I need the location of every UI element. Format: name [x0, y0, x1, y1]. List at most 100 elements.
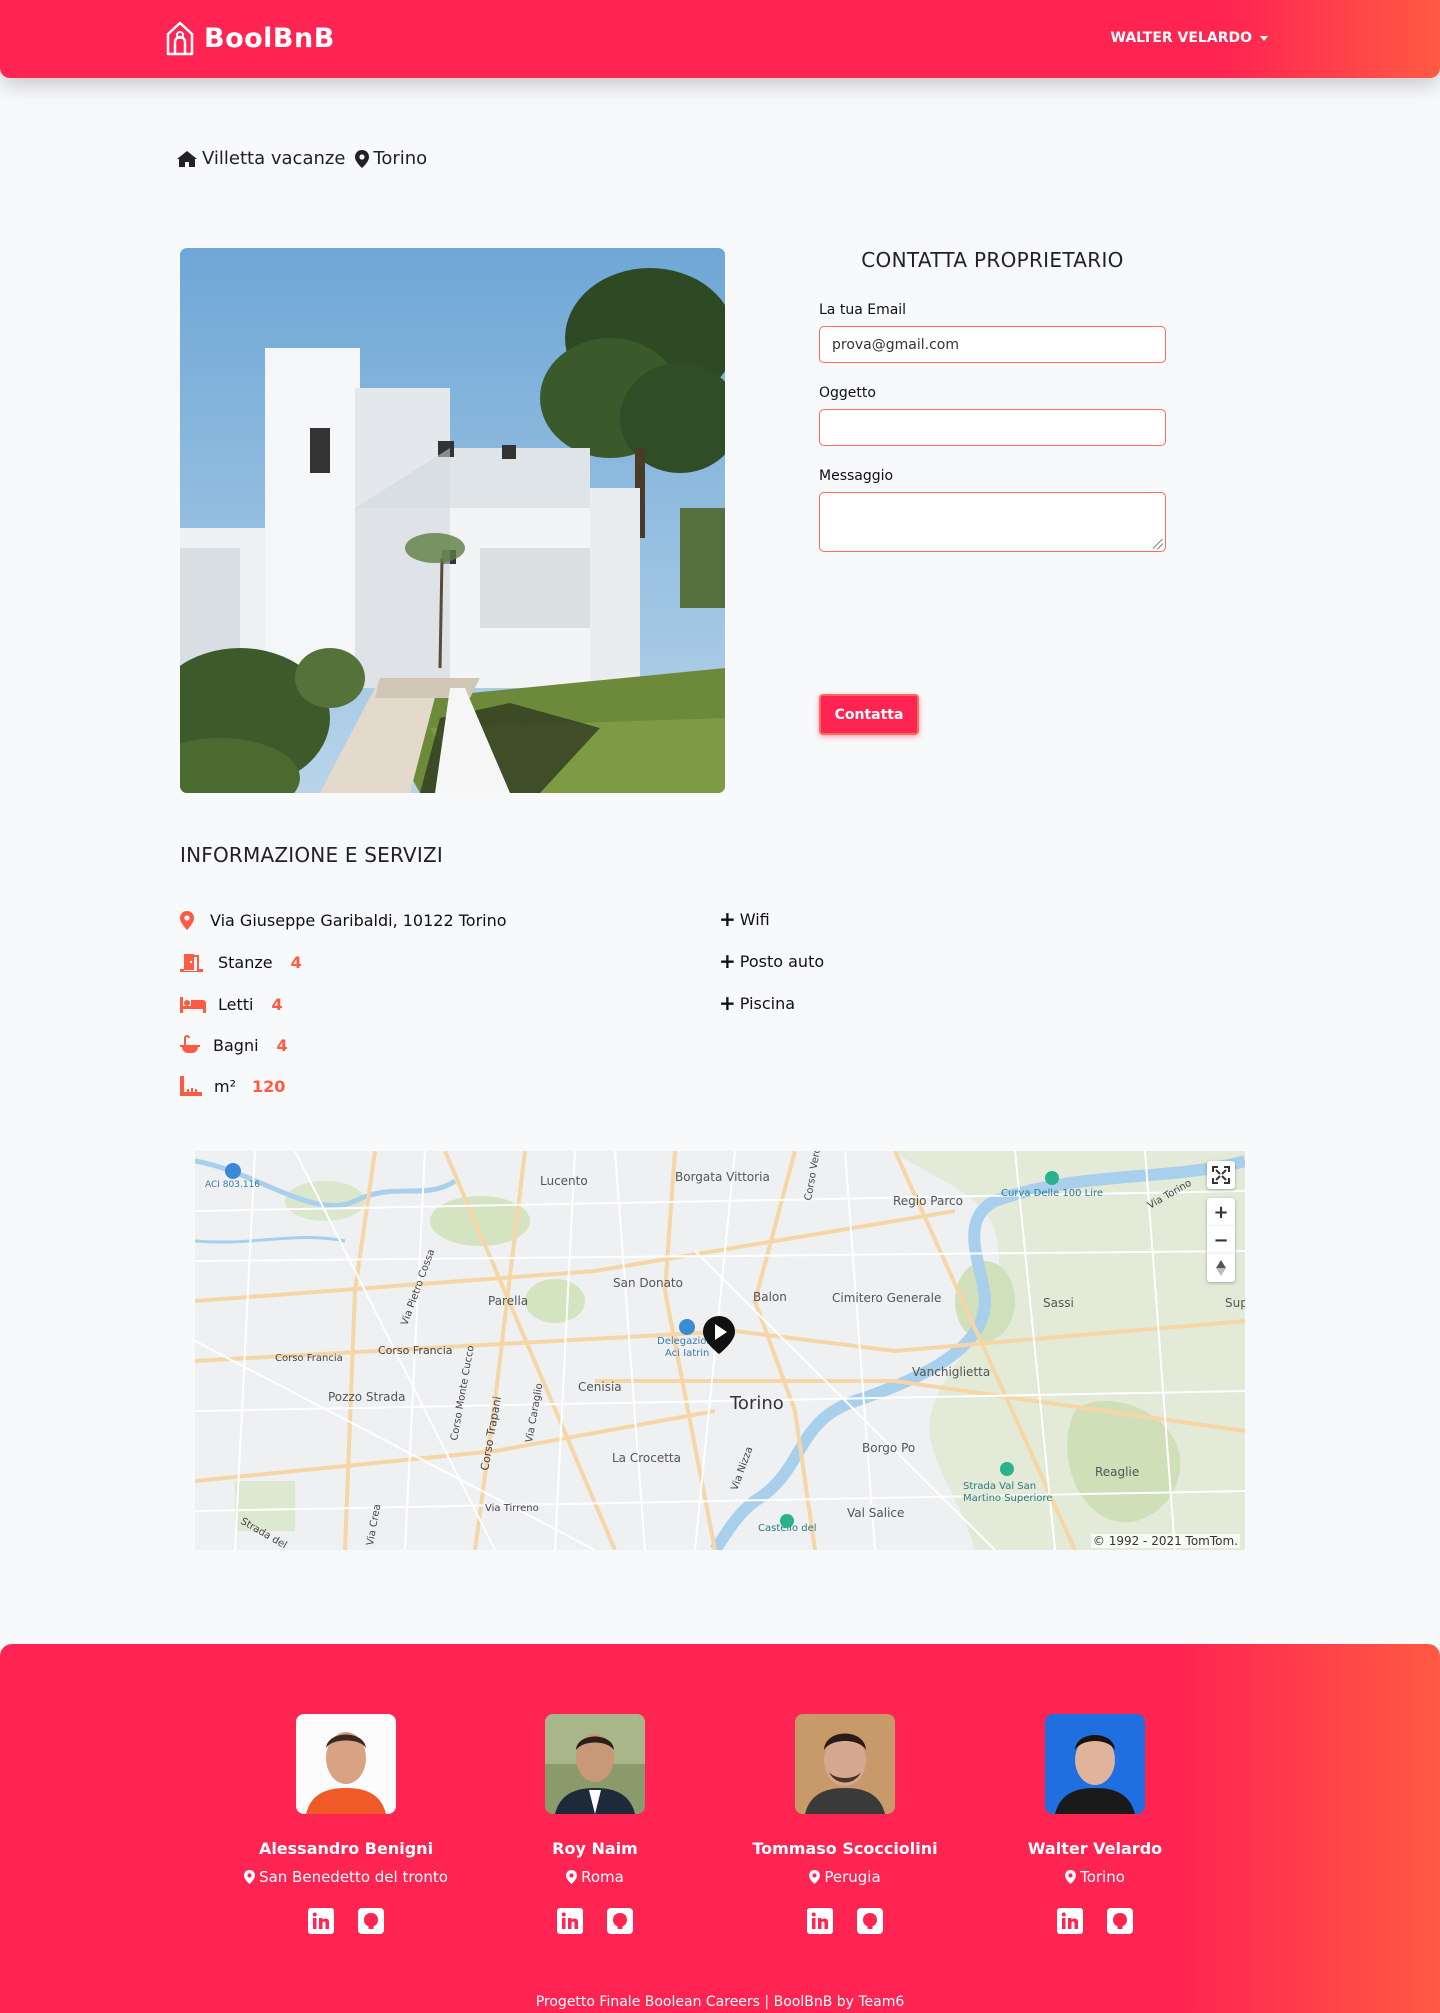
linkedin-icon[interactable] [308, 1908, 334, 1934]
svg-text:Torino: Torino [729, 1393, 784, 1414]
message-label: Messaggio [819, 468, 894, 484]
baths-value: 4 [276, 1035, 288, 1055]
svg-text:Curva Delle 100 Lire: Curva Delle 100 Lire [1001, 1188, 1103, 1199]
avatar [1045, 1714, 1145, 1814]
size-label: m² [214, 1076, 236, 1096]
plus-icon: + [719, 907, 736, 931]
property-photo [180, 248, 725, 793]
member-city: San Benedetto del tronto [259, 1868, 448, 1886]
svg-text:Vanchiglietta: Vanchiglietta [912, 1365, 990, 1379]
address-text: Via Giuseppe Garibaldi, 10122 Torino [210, 910, 507, 930]
property-city: Torino [373, 148, 428, 169]
svg-text:Cimitero Generale: Cimitero Generale [832, 1291, 941, 1305]
bathtub-icon [180, 1034, 205, 1056]
svg-text:ACI 803.116: ACI 803.116 [205, 1180, 260, 1190]
member-location: San Benedetto del tronto [226, 1868, 466, 1886]
service-item: + Posto auto [719, 951, 824, 971]
contact-owner-form: CONTATTA PROPRIETARIO La tua Email prova… [819, 248, 1166, 552]
baths-label: Bagni [213, 1035, 259, 1055]
member-location: Torino [975, 1868, 1215, 1886]
svg-text:Corso Francia: Corso Francia [275, 1353, 343, 1364]
avatar [296, 1714, 396, 1814]
team-member: Walter Velardo Torino [975, 1714, 1215, 1934]
subject-field[interactable] [819, 409, 1166, 446]
linkedin-icon[interactable] [557, 1908, 583, 1934]
plus-icon: + [719, 991, 736, 1015]
email-label: La tua Email [819, 302, 907, 318]
team-member: Tommaso Scocciolini Perugia [725, 1714, 965, 1934]
member-name: Alessandro Benigni [258, 1839, 434, 1858]
baths-row: Bagni 4 [180, 1034, 288, 1056]
map-marker-icon [809, 1870, 821, 1884]
size-value: 120 [252, 1076, 286, 1096]
user-name: WALTER VELARDO [1110, 30, 1252, 46]
service-label: Posto auto [739, 951, 825, 971]
brand-logo[interactable]: BoolBnB [164, 20, 335, 56]
ruler-icon [180, 1075, 206, 1097]
github-icon[interactable] [607, 1908, 633, 1934]
plus-icon: + [719, 949, 736, 973]
svg-text:Borgata Vittoria: Borgata Vittoria [675, 1170, 770, 1184]
svg-text:Cenisia: Cenisia [578, 1380, 622, 1394]
property-type: Villetta vacanze [202, 148, 346, 169]
github-icon[interactable] [358, 1908, 384, 1934]
rooms-value: 4 [290, 952, 302, 972]
door-icon [180, 951, 210, 973]
linkedin-icon[interactable] [807, 1908, 833, 1934]
zoom-out-button[interactable]: − [1207, 1226, 1235, 1254]
beds-label: Letti [218, 994, 254, 1014]
svg-text:Strada Val San: Strada Val San [963, 1481, 1036, 1492]
svg-text:Lucento: Lucento [540, 1174, 588, 1188]
brand-name: BoolBnB [204, 22, 335, 54]
avatar [795, 1714, 895, 1814]
member-location: Roma [475, 1868, 715, 1886]
info-section-title: INFORMAZIONE E SERVIZI [180, 843, 443, 867]
svg-text:Val Salice: Val Salice [847, 1506, 904, 1520]
github-icon[interactable] [1107, 1908, 1133, 1934]
contact-submit-button[interactable]: Contatta [819, 694, 919, 735]
footer-credit: Progetto Finale Boolean Careers | BoolBn… [535, 1994, 905, 2010]
home-icon [177, 150, 197, 167]
member-name: Tommaso Scocciolini [752, 1839, 938, 1858]
property-map[interactable]: Lucento Borgata Vittoria Regio Parco Cur… [195, 1151, 1245, 1550]
footer: Alessandro Benigni San Benedetto del tro… [0, 1644, 1440, 2013]
svg-text:La Crocetta: La Crocetta [612, 1451, 681, 1465]
address-row: Via Giuseppe Garibaldi, 10122 Torino [180, 909, 507, 931]
fullscreen-icon[interactable] [1207, 1161, 1235, 1189]
service-item: + Wifi [719, 909, 770, 929]
house-logo-icon [166, 21, 194, 56]
svg-text:Parella: Parella [488, 1294, 528, 1308]
svg-text:Balon: Balon [753, 1290, 787, 1304]
member-name: Walter Velardo [1027, 1839, 1163, 1858]
contact-form-title: CONTATTA PROPRIETARIO [861, 248, 1124, 272]
chevron-down-icon [1260, 35, 1268, 41]
map-marker-icon [244, 1870, 256, 1884]
location-marker-icon[interactable] [703, 1316, 735, 1354]
compass-icon[interactable] [1207, 1254, 1235, 1282]
member-city: Roma [581, 1868, 624, 1886]
resize-handle-icon[interactable] [1153, 539, 1163, 549]
member-city: Perugia [824, 1868, 881, 1886]
subject-label: Oggetto [819, 385, 876, 401]
svg-text:Sup: Sup [1225, 1296, 1245, 1310]
breadcrumb: Villetta vacanze Torino [176, 148, 427, 169]
svg-text:Corso Francia: Corso Francia [378, 1344, 453, 1357]
map-marker-icon [1065, 1870, 1077, 1884]
svg-text:San Donato: San Donato [613, 1276, 683, 1290]
beds-value: 4 [271, 994, 283, 1014]
svg-text:Pozzo Strada: Pozzo Strada [328, 1390, 405, 1404]
bed-icon [180, 993, 210, 1015]
member-name: Roy Naim [552, 1839, 638, 1858]
linkedin-icon[interactable] [1057, 1908, 1083, 1934]
email-field[interactable]: prova@gmail.com [819, 326, 1166, 363]
member-location: Perugia [725, 1868, 965, 1886]
map-marker-icon [180, 909, 202, 931]
svg-text:Via Tirreno: Via Tirreno [485, 1503, 539, 1514]
user-menu-dropdown[interactable]: WALTER VELARDO [1111, 30, 1268, 46]
map-marker-icon [355, 149, 370, 168]
message-textarea[interactable] [819, 492, 1166, 552]
github-icon[interactable] [857, 1908, 883, 1934]
service-label: Wifi [739, 909, 770, 929]
zoom-in-button[interactable]: + [1207, 1198, 1235, 1226]
svg-text:Sassi: Sassi [1043, 1296, 1074, 1310]
